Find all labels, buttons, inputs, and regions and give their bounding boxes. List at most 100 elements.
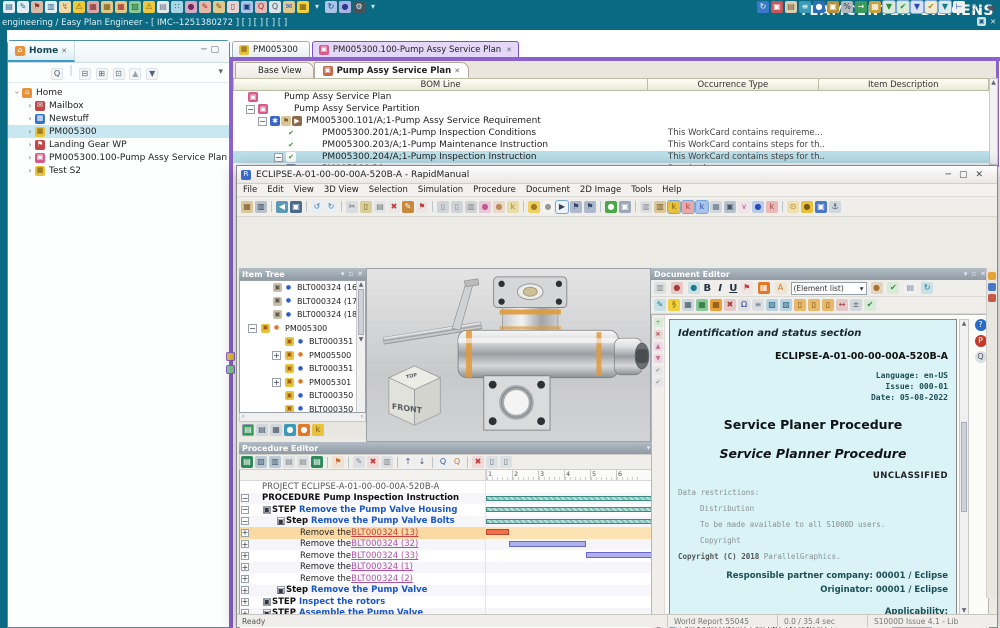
expand-box[interactable]: +	[241, 540, 249, 548]
view-window-controls[interactable]: ▽─▣	[970, 3, 998, 12]
tab-b-icon[interactable]: ▯	[500, 456, 512, 468]
editor-tab[interactable]: ▣ PM005300.100-Pump Assy Service Plan ✕	[312, 41, 519, 57]
procedure-row[interactable]: + Remove the BLT000324 (13)	[240, 527, 662, 539]
search-icon[interactable]: Q	[51, 68, 63, 80]
separator[interactable]	[306, 201, 307, 212]
view-menu-icon[interactable]: ▾	[218, 67, 223, 77]
open-icon[interactable]: ▦	[241, 201, 253, 213]
dots-icon[interactable]: ∷	[171, 1, 183, 13]
hierarchy-icon[interactable]: ⊢	[953, 1, 965, 13]
zoom-out-icon[interactable]: Q	[451, 456, 463, 468]
new-doc-icon[interactable]: ▤	[241, 456, 253, 468]
cards-icon[interactable]: ▯	[227, 1, 239, 13]
export-monitor-icon[interactable]: ▣	[290, 201, 302, 213]
tab3-icon[interactable]: ▯	[822, 299, 834, 311]
key-blue-icon[interactable]: k	[696, 201, 708, 213]
doc-gray2-icon[interactable]: ▤	[297, 456, 309, 468]
s1000d-document[interactable]: Identification and status section ECLIPS…	[669, 319, 957, 615]
separator[interactable]	[635, 201, 636, 212]
copy-doc-icon[interactable]: ▥	[45, 1, 57, 13]
separator[interactable]	[271, 201, 272, 212]
part-link[interactable]: BLT000324 (2)	[351, 574, 413, 584]
bom-scrollbar[interactable]: ▲	[989, 78, 998, 165]
tab-home[interactable]: ⌂ Home ✕	[8, 41, 75, 62]
user-go-icon[interactable]: ●	[813, 1, 825, 13]
inbox-icon[interactable]: ✉	[283, 1, 295, 13]
gantt-cell[interactable]	[486, 585, 662, 597]
edit-check-icon[interactable]: ✎	[654, 299, 666, 311]
pencil-red-icon[interactable]: ✎	[199, 1, 211, 13]
gantt-cell[interactable]	[486, 481, 662, 493]
separator[interactable]	[467, 457, 468, 468]
table-row[interactable]: − ✱ ⚑ ▶ PM005300.101/A;1-Pump Assy Servi…	[233, 115, 990, 127]
flag-red-icon[interactable]: ⚑	[416, 201, 428, 213]
separator[interactable]	[341, 201, 342, 212]
panel-pin-icon[interactable]: ▫	[971, 270, 976, 278]
gantt-cell[interactable]	[486, 527, 662, 539]
part-link[interactable]: BLT000324 (32)	[351, 539, 418, 549]
menu-item[interactable]: 3D View	[324, 185, 359, 195]
item-tree-row[interactable]: ▣ ● BLT000324 (17)	[240, 295, 365, 309]
item-tree-vscrollbar[interactable]: ▲▼	[356, 281, 365, 413]
expand-box[interactable]: −	[241, 517, 249, 525]
item-tree-row[interactable]: ▣ ● BLT000351 (	[240, 362, 365, 376]
doc-gray-icon[interactable]: ▤	[283, 456, 295, 468]
item-tree-row[interactable]: ▣ ● BLT000324 (18)	[240, 308, 365, 322]
user-pink-icon[interactable]: ●	[479, 201, 491, 213]
procedure-row[interactable]: + Remove the BLT000324 (2)	[240, 573, 662, 585]
expand-box[interactable]: +	[241, 575, 249, 583]
check-yellow-icon[interactable]: ✔	[925, 1, 937, 13]
gantt-cell[interactable]	[486, 504, 662, 516]
item-tree-header[interactable]: Item Tree ▾ ▫ ✕	[239, 268, 366, 280]
procedure-row[interactable]: + Remove the BLT000324 (1)	[240, 562, 662, 574]
insert-orange-icon[interactable]: ▦	[710, 299, 722, 311]
tab-close-icon[interactable]: ✕	[506, 46, 512, 54]
cut-icon[interactable]: ✂	[346, 201, 358, 213]
new-doc-icon[interactable]: ▤	[3, 1, 15, 13]
expand-box[interactable]: +	[272, 378, 281, 387]
send-icon[interactable]: →	[855, 1, 867, 13]
select-cursor-icon[interactable]: ▶	[556, 201, 568, 213]
sidebar-item[interactable]: › ▦ Test S2	[8, 164, 229, 177]
procedure-row[interactable]: − ▣ STEP Remove the Pump Valve Housing	[240, 504, 662, 516]
help-icon[interactable]: ?	[975, 319, 987, 331]
percent-icon[interactable]: %	[841, 1, 853, 13]
table-row[interactable]: ▣ Pump Assy Service Plan	[233, 91, 990, 103]
move-down-icon[interactable]: ↓	[416, 456, 428, 468]
refresh-teal-icon[interactable]: ↻	[921, 282, 933, 294]
ball-gold-icon[interactable]: ●	[801, 201, 813, 213]
expand-arrow-icon[interactable]: ›	[25, 127, 35, 136]
redo-icon[interactable]: ↻	[325, 201, 337, 213]
tab-close-icon[interactable]: ✕	[61, 47, 67, 55]
underline-button[interactable]: U	[727, 283, 740, 294]
sidebar-window-controls[interactable]: ─▢	[201, 45, 223, 55]
map-icon[interactable]: ▨	[129, 1, 141, 13]
expand-box[interactable]: −	[241, 494, 249, 502]
close-perspective-icon[interactable]: ✕	[990, 18, 996, 26]
down-icon[interactable]: ▼	[654, 354, 663, 363]
document-vscrollbar[interactable]: ▲▼	[959, 319, 969, 615]
expand-box[interactable]: +	[241, 563, 249, 571]
item-tree-row[interactable]: + ▣ ● PM005301	[240, 376, 365, 390]
flag-drop-icon[interactable]: ⚑	[741, 282, 753, 294]
folders-red-icon[interactable]: ▦	[115, 1, 127, 13]
swap-icon[interactable]: ↔	[836, 299, 848, 311]
omega-icon[interactable]: Ω	[738, 299, 750, 311]
panel-red-icon[interactable]	[988, 294, 996, 302]
key-red-icon[interactable]: k	[682, 201, 694, 213]
viewport-3d[interactable]: FRONT TOP	[366, 268, 651, 442]
sidebar-item[interactable]: › ▦ PM005300	[8, 125, 229, 138]
play-ball-icon[interactable]: ●	[605, 201, 617, 213]
save-doc-icon[interactable]: ▥	[269, 456, 281, 468]
monitor-icon[interactable]: ▣	[724, 201, 736, 213]
sync-icon[interactable]: ↻	[757, 1, 769, 13]
view-tab-close-icon[interactable]: ✕	[454, 67, 460, 75]
panel-menu-icon[interactable]: ▾	[341, 270, 345, 278]
expand-box[interactable]: −	[258, 117, 267, 126]
gantt-cell[interactable]	[486, 562, 662, 574]
expand-arrow-icon[interactable]: ›	[25, 140, 35, 149]
procedure-row[interactable]: PROJECT ECLIPSE-A-01-00-00-00A-520B-A	[240, 481, 662, 493]
undo-icon[interactable]: ↺	[311, 201, 323, 213]
tab-a-icon[interactable]: ▯	[486, 456, 498, 468]
window-controls[interactable]: ─▢✕	[946, 170, 991, 180]
